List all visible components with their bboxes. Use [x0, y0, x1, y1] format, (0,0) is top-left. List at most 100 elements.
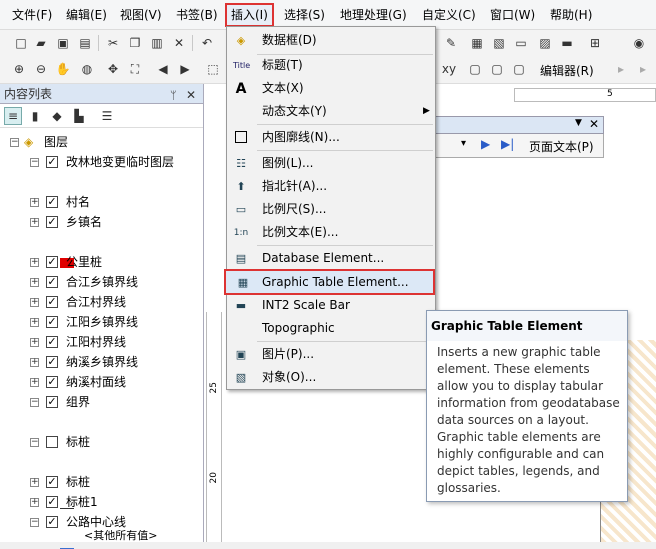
- toc-root-row[interactable]: − ◈ 图层: [0, 132, 204, 152]
- menu-customize[interactable]: 自定义(C): [420, 6, 478, 24]
- copy-icon[interactable]: ❐: [126, 34, 144, 52]
- new-document-icon[interactable]: □: [12, 34, 30, 52]
- menu-edit[interactable]: 编辑(E): [64, 6, 109, 24]
- pan-icon[interactable]: ✋: [54, 60, 72, 78]
- xy-icon[interactable]: xy: [440, 60, 458, 78]
- legend-icon: ☷: [236, 157, 246, 170]
- toc-layer-row[interactable]: + ✓ 标桩1: [0, 492, 204, 512]
- menu-geoprocessing[interactable]: 地理处理(G): [338, 6, 409, 24]
- submenu-arrow-icon: ▶: [423, 106, 430, 116]
- north-arrow-icon: ⬆: [236, 180, 246, 193]
- settings-icon[interactable]: ◉: [630, 34, 648, 52]
- toc-layer-row[interactable]: + ✓ 村名: [0, 192, 204, 212]
- full-extent-icon[interactable]: ◍: [78, 60, 96, 78]
- back-icon[interactable]: ◀: [154, 60, 172, 78]
- table-icon[interactable]: ▦: [468, 34, 486, 52]
- toc-layer-row[interactable]: − 标桩: [0, 432, 204, 452]
- toc-layer-row[interactable]: + ✓ 纳溪乡镇界线: [0, 352, 204, 372]
- menu-item-legend[interactable]: ☷ 图例(L)...: [227, 152, 435, 175]
- pen-tool-icon[interactable]: ✎: [442, 34, 460, 52]
- neatline-icon: [235, 131, 247, 143]
- toc-layer-row[interactable]: + ✓ 标桩: [0, 472, 204, 492]
- menu-item-graphic-table-element[interactable]: ▦ Graphic Table Element...: [224, 269, 435, 295]
- menu-view[interactable]: 视图(V): [118, 6, 164, 24]
- object-icon: ▧: [235, 371, 247, 384]
- dropdown-icon[interactable]: ▼: [575, 118, 582, 128]
- page-text-menu[interactable]: 页面文本(P): [529, 138, 594, 155]
- delete-icon[interactable]: ✕: [170, 34, 188, 52]
- tooltip-title: Graphic Table Element: [427, 311, 627, 341]
- toolbox-icon[interactable]: ▨: [536, 34, 554, 52]
- toc-layer-row[interactable]: + ✓ 合江乡镇界线: [0, 272, 204, 292]
- open-folder-icon[interactable]: ▰: [32, 34, 50, 52]
- pin-icon[interactable]: ᛘ: [170, 86, 177, 106]
- collapse-icon[interactable]: −: [10, 138, 19, 147]
- insert-menu: ◈ 数据框(D) Title 标题(T) A 文本(X) 动态文本(Y) ▶ 内…: [224, 26, 436, 390]
- menu-item-data-frame[interactable]: ◈ 数据框(D): [227, 29, 435, 52]
- model-builder-icon[interactable]: ⊞: [586, 34, 604, 52]
- menu-help[interactable]: 帮助(H): [548, 6, 594, 24]
- list-by-selection-icon[interactable]: ▙: [70, 107, 88, 125]
- text-icon: A: [235, 81, 247, 97]
- menu-select[interactable]: 选择(S): [282, 6, 327, 24]
- menu-item-topographic[interactable]: Topographic: [227, 317, 435, 340]
- toc-title: 内容列表: [4, 87, 53, 101]
- zoom-in-icon[interactable]: ⊕: [10, 60, 28, 78]
- menu-item-int2-scale-bar[interactable]: ▬ INT2 Scale Bar: [227, 294, 435, 317]
- select-elements-icon[interactable]: ⬚: [204, 60, 222, 78]
- catalog-icon[interactable]: ▧: [490, 34, 508, 52]
- layer-checkbox[interactable]: ✓: [46, 156, 58, 168]
- menu-item-picture[interactable]: ▣ 图片(P)...: [227, 343, 435, 366]
- editor-menu[interactable]: 编辑器(R): [540, 62, 594, 79]
- print-icon[interactable]: ▤: [76, 34, 94, 52]
- close-icon[interactable]: ✕: [589, 117, 599, 131]
- toc-layer-row[interactable]: + ✓ 江阳村界线: [0, 332, 204, 352]
- cut-icon[interactable]: ✂: [104, 34, 122, 52]
- toc-close-icon[interactable]: ✕: [186, 85, 196, 105]
- toc-layer-row[interactable]: + ✓ 乡镇名: [0, 212, 204, 232]
- scale-text-icon: 1:n: [233, 228, 249, 238]
- gray-tool-icon[interactable]: ▢: [466, 60, 484, 78]
- combo-dropdown-icon[interactable]: ▾: [461, 138, 466, 149]
- gray-tool3-icon[interactable]: ▢: [510, 60, 528, 78]
- paste-icon[interactable]: ▥: [148, 34, 166, 52]
- menu-item-object[interactable]: ▧ 对象(O)...: [227, 366, 435, 389]
- menu-item-neatline[interactable]: 内图廓线(N)...: [227, 126, 435, 149]
- toc-layer-row[interactable]: − ✓ 组界: [0, 392, 204, 412]
- menu-item-north-arrow[interactable]: ⬆ 指北针(A)...: [227, 175, 435, 198]
- menu-item-title[interactable]: Title 标题(T): [227, 54, 435, 77]
- last-page-icon[interactable]: ▶|: [501, 137, 514, 151]
- list-by-visibility-icon[interactable]: ◆: [48, 107, 66, 125]
- menu-item-scale-text[interactable]: 1:n 比例文本(E)...: [227, 221, 435, 244]
- gray-tool2-icon[interactable]: ▢: [488, 60, 506, 78]
- save-icon[interactable]: ▣: [54, 34, 72, 52]
- fixed-zoom-in-icon[interactable]: ✥: [104, 60, 122, 78]
- menu-item-database-element[interactable]: ▤ Database Element...: [227, 247, 435, 270]
- menu-item-text[interactable]: A 文本(X): [227, 77, 435, 100]
- toc-layer-row[interactable]: − ✓ 公路中心线: [0, 512, 204, 532]
- fixed-zoom-out-icon[interactable]: ⛶: [126, 60, 144, 78]
- toc-layer-row[interactable]: + ✓ 纳溪村面线: [0, 372, 204, 392]
- edit-arrow2-icon[interactable]: ▸: [634, 60, 652, 78]
- menu-bookmark[interactable]: 书签(B): [174, 6, 220, 24]
- toc-layer-row[interactable]: + ✓ 公里桩: [0, 252, 204, 272]
- toc-layer-row[interactable]: + ✓ 合江村界线: [0, 292, 204, 312]
- toc-layer-row[interactable]: + ✓ 江阳乡镇界线: [0, 312, 204, 332]
- forward-icon[interactable]: ▶: [176, 60, 194, 78]
- menu-item-scale-bar[interactable]: ▭ 比例尺(S)...: [227, 198, 435, 221]
- menu-insert[interactable]: 插入(I): [225, 3, 274, 27]
- window-icon[interactable]: ▭: [512, 34, 530, 52]
- toc-layer-row[interactable]: − ✓ 改林地变更临时图层: [0, 152, 204, 172]
- menu-window[interactable]: 窗口(W): [488, 6, 537, 24]
- list-by-source-icon[interactable]: ▮: [26, 107, 44, 125]
- list-by-drawing-order-icon[interactable]: ≡: [4, 107, 22, 125]
- toc-layer-row[interactable]: <其他所有值>: [0, 530, 204, 542]
- menu-file[interactable]: 文件(F): [10, 6, 54, 24]
- next-page-icon[interactable]: ▶: [481, 137, 490, 151]
- options-icon[interactable]: ☰: [98, 107, 116, 125]
- zoom-out-icon[interactable]: ⊖: [32, 60, 50, 78]
- undo-icon[interactable]: ↶: [198, 34, 216, 52]
- menu-item-dynamic-text[interactable]: 动态文本(Y) ▶: [227, 100, 435, 123]
- edit-arrow-icon[interactable]: ▸: [612, 60, 630, 78]
- python-icon[interactable]: ▬: [558, 34, 576, 52]
